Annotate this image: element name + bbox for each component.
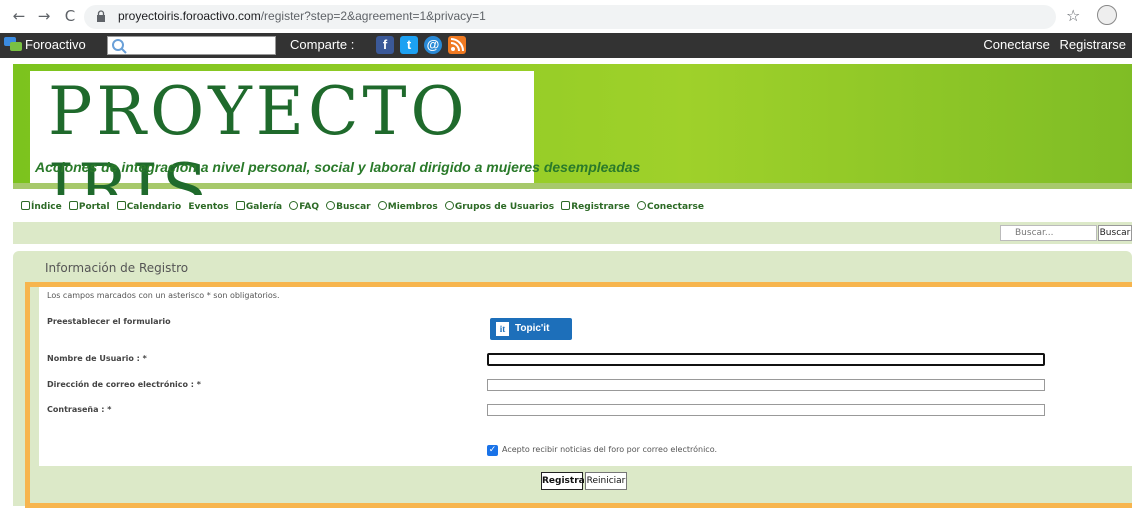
email-field[interactable] bbox=[487, 379, 1045, 391]
newsletter-checkbox[interactable]: ✓ bbox=[487, 445, 498, 456]
group-icon bbox=[444, 201, 454, 210]
calendar-icon bbox=[116, 201, 126, 210]
nav-item-calendario[interactable]: Calendario bbox=[116, 201, 182, 212]
rss-glyph-icon bbox=[450, 38, 464, 52]
newsletter-label[interactable]: Acepto recibir noticias del foro por cor… bbox=[502, 445, 717, 454]
email-label: Dirección de correo electrónico : * bbox=[47, 380, 201, 389]
topbar-account-links: Conectarse Registrarse bbox=[977, 37, 1126, 52]
password-field[interactable] bbox=[487, 404, 1045, 416]
pencil-icon bbox=[561, 201, 571, 210]
home-icon bbox=[21, 201, 30, 210]
nav-label: Conectarse bbox=[647, 202, 704, 212]
nav-label: Índice bbox=[31, 202, 62, 212]
url-path: /register?step=2&agreement=1&privacy=1 bbox=[260, 9, 486, 23]
nav-label: Grupos de Usuarios bbox=[454, 202, 555, 212]
reload-button[interactable]: C bbox=[61, 7, 79, 25]
browser-toolbar: ← → C proyectoiris.foroactivo.com/regist… bbox=[0, 0, 1132, 33]
topicit-logo-icon: it bbox=[496, 322, 509, 336]
prefill-label: Preestablecer el formulario bbox=[47, 317, 171, 326]
nav-label: Calendario bbox=[126, 202, 182, 212]
user-icon bbox=[377, 201, 387, 210]
topicit-label: Topic'it bbox=[515, 323, 550, 334]
logo-subtitle: Acciones de integración a nivel personal… bbox=[35, 159, 641, 175]
nav-label: Portal bbox=[78, 202, 110, 212]
nav-label: Galería bbox=[245, 202, 283, 212]
nav-menu-items: Índice Portal Calendario Eventos Galería… bbox=[21, 201, 708, 212]
foroactivo-logo-icon bbox=[4, 37, 22, 51]
foroactivo-brand[interactable]: Foroactivo bbox=[25, 37, 86, 52]
gallery-icon bbox=[235, 201, 245, 210]
nav-item-galeria[interactable]: Galería bbox=[235, 201, 283, 212]
forum-banner: PROYECTO IRIS Acciones de integración a … bbox=[13, 64, 1132, 227]
topicit-button[interactable]: it Topic'it bbox=[490, 318, 572, 340]
power-icon bbox=[637, 201, 647, 210]
nav-item-portal[interactable]: Portal bbox=[68, 201, 110, 212]
password-label: Contraseña : * bbox=[47, 405, 112, 414]
twitter-icon[interactable]: t bbox=[400, 36, 418, 54]
nav-label: Miembros bbox=[387, 202, 438, 212]
forum-nav-menu: Índice Portal Calendario Eventos Galería… bbox=[13, 195, 1132, 219]
foroactivo-topbar: Foroactivo Comparte : f t @ Conectarse R… bbox=[0, 33, 1132, 58]
registration-form: Los campos marcados con un asterisco * s… bbox=[39, 287, 1132, 466]
panel-title: Información de Registro bbox=[45, 261, 189, 275]
profile-avatar-icon[interactable] bbox=[1097, 5, 1117, 25]
lock-icon bbox=[97, 10, 105, 22]
address-bar[interactable]: proyectoiris.foroactivo.com/register?ste… bbox=[84, 5, 1056, 29]
topbar-search-input[interactable] bbox=[107, 36, 276, 55]
username-label: Nombre de Usuario : * bbox=[47, 354, 147, 363]
nav-item-indice[interactable]: Índice bbox=[21, 201, 62, 212]
forum-search-bar: Buscar... Buscar bbox=[13, 222, 1132, 244]
rss-icon[interactable] bbox=[448, 36, 466, 54]
share-label: Comparte : bbox=[290, 37, 355, 52]
forum-search-input[interactable]: Buscar... bbox=[1000, 225, 1097, 241]
back-button[interactable]: ← bbox=[10, 7, 28, 25]
nav-label: Registrarse bbox=[571, 202, 630, 212]
nav-item-buscar[interactable]: Buscar bbox=[326, 201, 371, 212]
facebook-icon[interactable]: f bbox=[376, 36, 394, 54]
nav-label: Eventos bbox=[188, 202, 229, 212]
url-domain: proyectoiris.foroactivo.com bbox=[118, 9, 261, 23]
nav-item-faq[interactable]: FAQ bbox=[289, 201, 319, 212]
bookmark-star-icon[interactable]: ☆ bbox=[1066, 6, 1080, 25]
forum-search-button[interactable]: Buscar bbox=[1098, 225, 1132, 241]
topbar-register-link[interactable]: Registrarse bbox=[1060, 37, 1126, 52]
nav-item-grupos[interactable]: Grupos de Usuarios bbox=[444, 201, 555, 212]
email-icon[interactable]: @ bbox=[424, 36, 442, 54]
register-submit-button[interactable]: Registrar bbox=[541, 472, 589, 490]
search-icon bbox=[326, 201, 336, 210]
search-icon bbox=[112, 39, 127, 54]
url-text: proyectoiris.foroactivo.com/register?ste… bbox=[118, 9, 486, 23]
required-note: Los campos marcados con un asterisco * s… bbox=[47, 291, 280, 300]
topbar-login-link[interactable]: Conectarse bbox=[983, 37, 1049, 52]
twitter-glyph: t bbox=[406, 37, 412, 52]
username-field[interactable] bbox=[487, 353, 1045, 366]
facebook-glyph: f bbox=[382, 37, 388, 52]
site-logo[interactable]: PROYECTO IRIS Acciones de integración a … bbox=[30, 71, 640, 227]
portal-icon bbox=[68, 201, 78, 210]
forward-button[interactable]: → bbox=[35, 7, 53, 25]
email-glyph: @ bbox=[426, 37, 440, 52]
nav-item-conectarse[interactable]: Conectarse bbox=[637, 201, 704, 212]
nav-label: Buscar bbox=[336, 202, 371, 212]
nav-item-miembros[interactable]: Miembros bbox=[377, 201, 438, 212]
nav-item-eventos[interactable]: Eventos bbox=[188, 202, 228, 212]
nav-label: FAQ bbox=[299, 202, 319, 212]
nav-item-registrarse[interactable]: Registrarse bbox=[561, 201, 630, 212]
reset-button[interactable]: Reiniciar bbox=[585, 472, 627, 490]
help-icon bbox=[289, 201, 299, 210]
